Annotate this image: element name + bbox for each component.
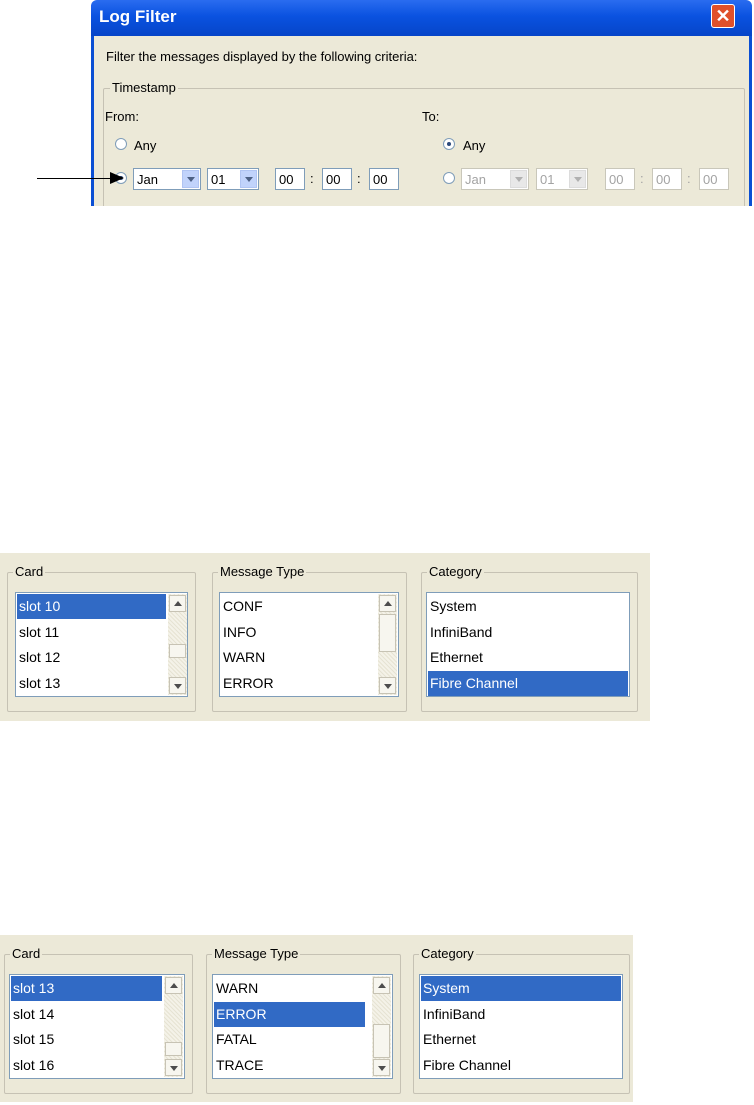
from-any-label: Any (134, 138, 157, 153)
scroll-up-icon[interactable] (165, 977, 182, 994)
list-item[interactable]: INFO (221, 620, 371, 645)
to-minute-field[interactable]: 00 (652, 168, 682, 190)
from-hour-value: 00 (279, 172, 294, 187)
time-separator: : (310, 171, 314, 186)
scroll-thumb[interactable] (373, 1024, 390, 1058)
scroll-up-icon[interactable] (373, 977, 390, 994)
list-item[interactable]: slot 14 (11, 1002, 162, 1027)
message-type-listbox[interactable]: WARN ERROR FATAL TRACE (212, 974, 393, 1079)
to-date-radio[interactable] (443, 172, 455, 184)
log-filter-dialog: Log Filter ✕ Filter the messages display… (91, 0, 752, 206)
timestamp-legend: Timestamp (110, 80, 178, 95)
list-item[interactable]: WARN (221, 645, 371, 670)
from-second-value: 00 (373, 172, 388, 187)
from-hour-field[interactable]: 00 (275, 168, 305, 190)
filter-panel-2: Card slot 13 slot 14 slot 15 slot 16 Mes… (0, 935, 633, 1102)
from-month-value: Jan (137, 172, 158, 187)
category-listbox[interactable]: System InfiniBand Ethernet Fibre Channel (419, 974, 623, 1079)
dialog-title: Log Filter (99, 7, 177, 26)
callout-arrow-icon (110, 172, 124, 184)
from-minute-field[interactable]: 00 (322, 168, 352, 190)
list-item[interactable]: System (421, 976, 621, 1001)
list-item[interactable]: slot 10 (17, 594, 166, 619)
list-item[interactable]: System (428, 594, 628, 619)
list-item[interactable]: TRACE (214, 1053, 365, 1078)
from-label: From: (105, 109, 139, 124)
list-item[interactable]: slot 13 (11, 976, 162, 1001)
scroll-thumb[interactable] (379, 614, 396, 652)
dialog-body: Filter the messages displayed by the fol… (91, 36, 752, 206)
list-item[interactable]: ERROR (214, 1002, 365, 1027)
list-item[interactable]: slot 11 (17, 620, 166, 645)
list-item[interactable]: Fibre Channel (428, 671, 628, 696)
list-item[interactable]: Fibre Channel (421, 1053, 621, 1078)
list-item[interactable]: InfiniBand (421, 1002, 621, 1027)
message-type-legend: Message Type (212, 946, 301, 961)
to-minute-value: 00 (656, 172, 671, 187)
card-listbox[interactable]: slot 10 slot 11 slot 12 slot 13 (15, 592, 188, 697)
from-month-select[interactable]: Jan (133, 168, 201, 190)
to-any-label: Any (463, 138, 486, 153)
chevron-down-icon[interactable] (240, 170, 257, 188)
to-hour-field[interactable]: 00 (605, 168, 635, 190)
close-button[interactable]: ✕ (711, 4, 735, 28)
message-type-legend: Message Type (218, 564, 307, 579)
scroll-up-icon[interactable] (169, 595, 186, 612)
card-legend: Card (10, 946, 43, 961)
message-type-listbox[interactable]: CONF INFO WARN ERROR (219, 592, 399, 697)
chevron-down-icon[interactable] (182, 170, 199, 188)
card-listbox[interactable]: slot 13 slot 14 slot 15 slot 16 (9, 974, 185, 1079)
card-scrollbar[interactable] (164, 976, 183, 1077)
list-item[interactable]: slot 12 (17, 645, 166, 670)
scroll-down-icon[interactable] (169, 677, 186, 694)
to-second-value: 00 (703, 172, 718, 187)
message-type-scrollbar[interactable] (372, 976, 391, 1077)
time-separator: : (357, 171, 361, 186)
from-minute-value: 00 (326, 172, 341, 187)
from-second-field[interactable]: 00 (369, 168, 399, 190)
title-bar[interactable]: Log Filter ✕ (91, 0, 752, 36)
scroll-down-icon[interactable] (165, 1059, 182, 1076)
list-item[interactable]: slot 16 (11, 1053, 162, 1078)
to-month-select[interactable]: Jan (461, 168, 529, 190)
to-label: To: (422, 109, 440, 124)
chevron-down-icon[interactable] (569, 170, 586, 188)
chevron-down-icon[interactable] (510, 170, 527, 188)
callout-arrow-line (37, 178, 112, 179)
category-legend: Category (419, 946, 476, 961)
to-day-select[interactable]: 01 (536, 168, 588, 190)
list-item[interactable]: Ethernet (421, 1027, 621, 1052)
to-day-value: 01 (540, 172, 555, 187)
filter-description: Filter the messages displayed by the fol… (106, 49, 418, 64)
list-item[interactable]: Ethernet (428, 645, 628, 670)
category-listbox[interactable]: System InfiniBand Ethernet Fibre Channel (426, 592, 630, 697)
list-item[interactable]: InfiniBand (428, 620, 628, 645)
scroll-thumb[interactable] (169, 644, 186, 658)
filter-panel-1: Card slot 10 slot 11 slot 12 slot 13 Mes… (0, 553, 650, 721)
card-scrollbar[interactable] (168, 594, 187, 695)
list-item[interactable]: slot 15 (11, 1027, 162, 1052)
from-day-select[interactable]: 01 (207, 168, 259, 190)
card-legend: Card (13, 564, 46, 579)
to-month-value: Jan (465, 172, 486, 187)
scroll-thumb[interactable] (165, 1042, 182, 1056)
from-any-radio[interactable] (115, 138, 127, 150)
close-icon: ✕ (715, 6, 731, 26)
scroll-down-icon[interactable] (373, 1059, 390, 1076)
to-second-field[interactable]: 00 (699, 168, 729, 190)
list-item[interactable]: FATAL (214, 1027, 365, 1052)
scroll-down-icon[interactable] (379, 677, 396, 694)
time-separator: : (687, 171, 691, 186)
scroll-up-icon[interactable] (379, 595, 396, 612)
from-day-value: 01 (211, 172, 226, 187)
time-separator: : (640, 171, 644, 186)
list-item[interactable]: CONF (221, 594, 371, 619)
list-item[interactable]: slot 13 (17, 671, 166, 696)
to-any-radio[interactable] (443, 138, 455, 150)
category-legend: Category (427, 564, 484, 579)
message-type-scrollbar[interactable] (378, 594, 397, 695)
list-item[interactable]: ERROR (221, 671, 371, 696)
list-item[interactable]: WARN (214, 976, 365, 1001)
to-hour-value: 00 (609, 172, 624, 187)
